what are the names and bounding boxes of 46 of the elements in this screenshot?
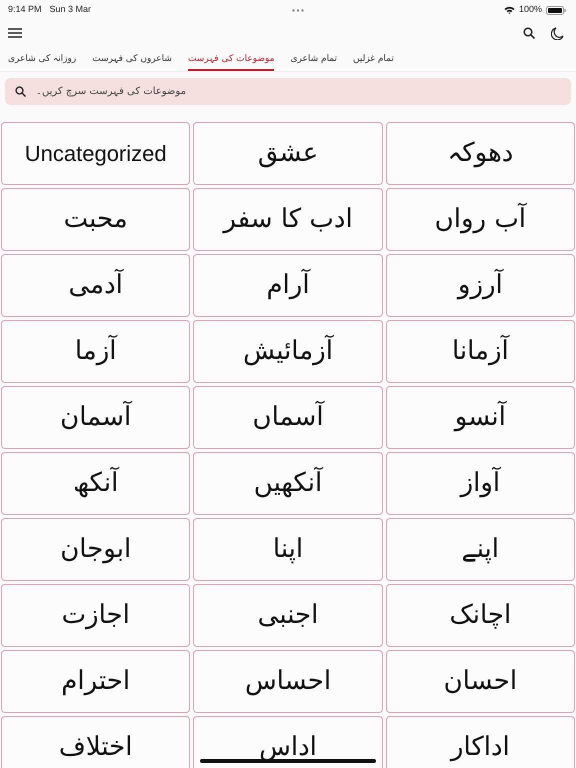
search-field[interactable]: موضوعات کی فہرست سرچ کریں۔ [5, 78, 571, 105]
moon-icon[interactable] [551, 26, 564, 40]
topic-tile[interactable]: محبت [1, 188, 190, 251]
status-time: 9:14 PM [8, 3, 42, 16]
search-icon[interactable] [523, 27, 535, 39]
topic-tile[interactable]: اداکار [386, 716, 575, 768]
topic-tile[interactable]: اچانک [386, 584, 575, 647]
topic-tile[interactable]: آزمانا [386, 320, 575, 383]
status-date: Sun 3 Mar [50, 3, 92, 16]
search-icon [15, 86, 26, 97]
topic-tile[interactable]: آزما [1, 320, 190, 383]
battery-icon [546, 6, 566, 14]
tab[interactable]: روزانہ کی شاعری [8, 54, 76, 71]
topic-tile[interactable]: آرزو [386, 254, 575, 317]
topic-tile[interactable]: اپنا [193, 518, 383, 581]
multitask-dots-icon[interactable] [292, 8, 304, 12]
menu-icon[interactable] [8, 28, 22, 38]
topic-tile[interactable]: آنکھ [1, 452, 190, 515]
topic-tile[interactable]: آب رواں [386, 188, 575, 251]
topic-tile[interactable]: آسماں [193, 386, 383, 449]
topic-tile[interactable]: Uncategorized [1, 122, 190, 185]
topic-tile[interactable]: اختلاف [1, 716, 190, 768]
topic-tile[interactable]: آسمان [1, 386, 190, 449]
topic-tile[interactable]: اجنبی [193, 584, 383, 647]
tab[interactable]: تمام شاعری [290, 54, 338, 71]
topic-tile[interactable]: دھوکہ [386, 122, 575, 185]
tab[interactable]: موضوعات کی فہرست [188, 54, 274, 71]
topic-tile[interactable]: آنکھیں [193, 452, 383, 515]
battery-percent: 100% [518, 3, 542, 16]
topic-tile[interactable]: آدمی [1, 254, 190, 317]
topic-tile[interactable]: اپنے [386, 518, 575, 581]
topic-tile[interactable]: آرام [193, 254, 383, 317]
tab[interactable]: تمام غزلیں [353, 54, 394, 71]
topic-tile[interactable]: آواز [386, 452, 575, 515]
wifi-icon [504, 6, 515, 14]
topic-tile[interactable]: آنسو [386, 386, 575, 449]
topic-tile[interactable]: احسان [386, 650, 575, 713]
tab[interactable]: شاعروں کی فہرست [92, 54, 172, 71]
topic-tile[interactable]: ادب کا سفر [193, 188, 383, 251]
topic-tile[interactable]: عشق [193, 122, 383, 185]
topic-tile[interactable]: احترام [1, 650, 190, 713]
topic-tile[interactable]: آزمائیش [193, 320, 383, 383]
search-input[interactable]: موضوعات کی فہرست سرچ کریں۔ [34, 83, 561, 100]
topic-tile[interactable]: ابوجان [1, 518, 190, 581]
topic-tile[interactable]: اجازت [1, 584, 190, 647]
topic-tile[interactable]: احساس [193, 650, 383, 713]
